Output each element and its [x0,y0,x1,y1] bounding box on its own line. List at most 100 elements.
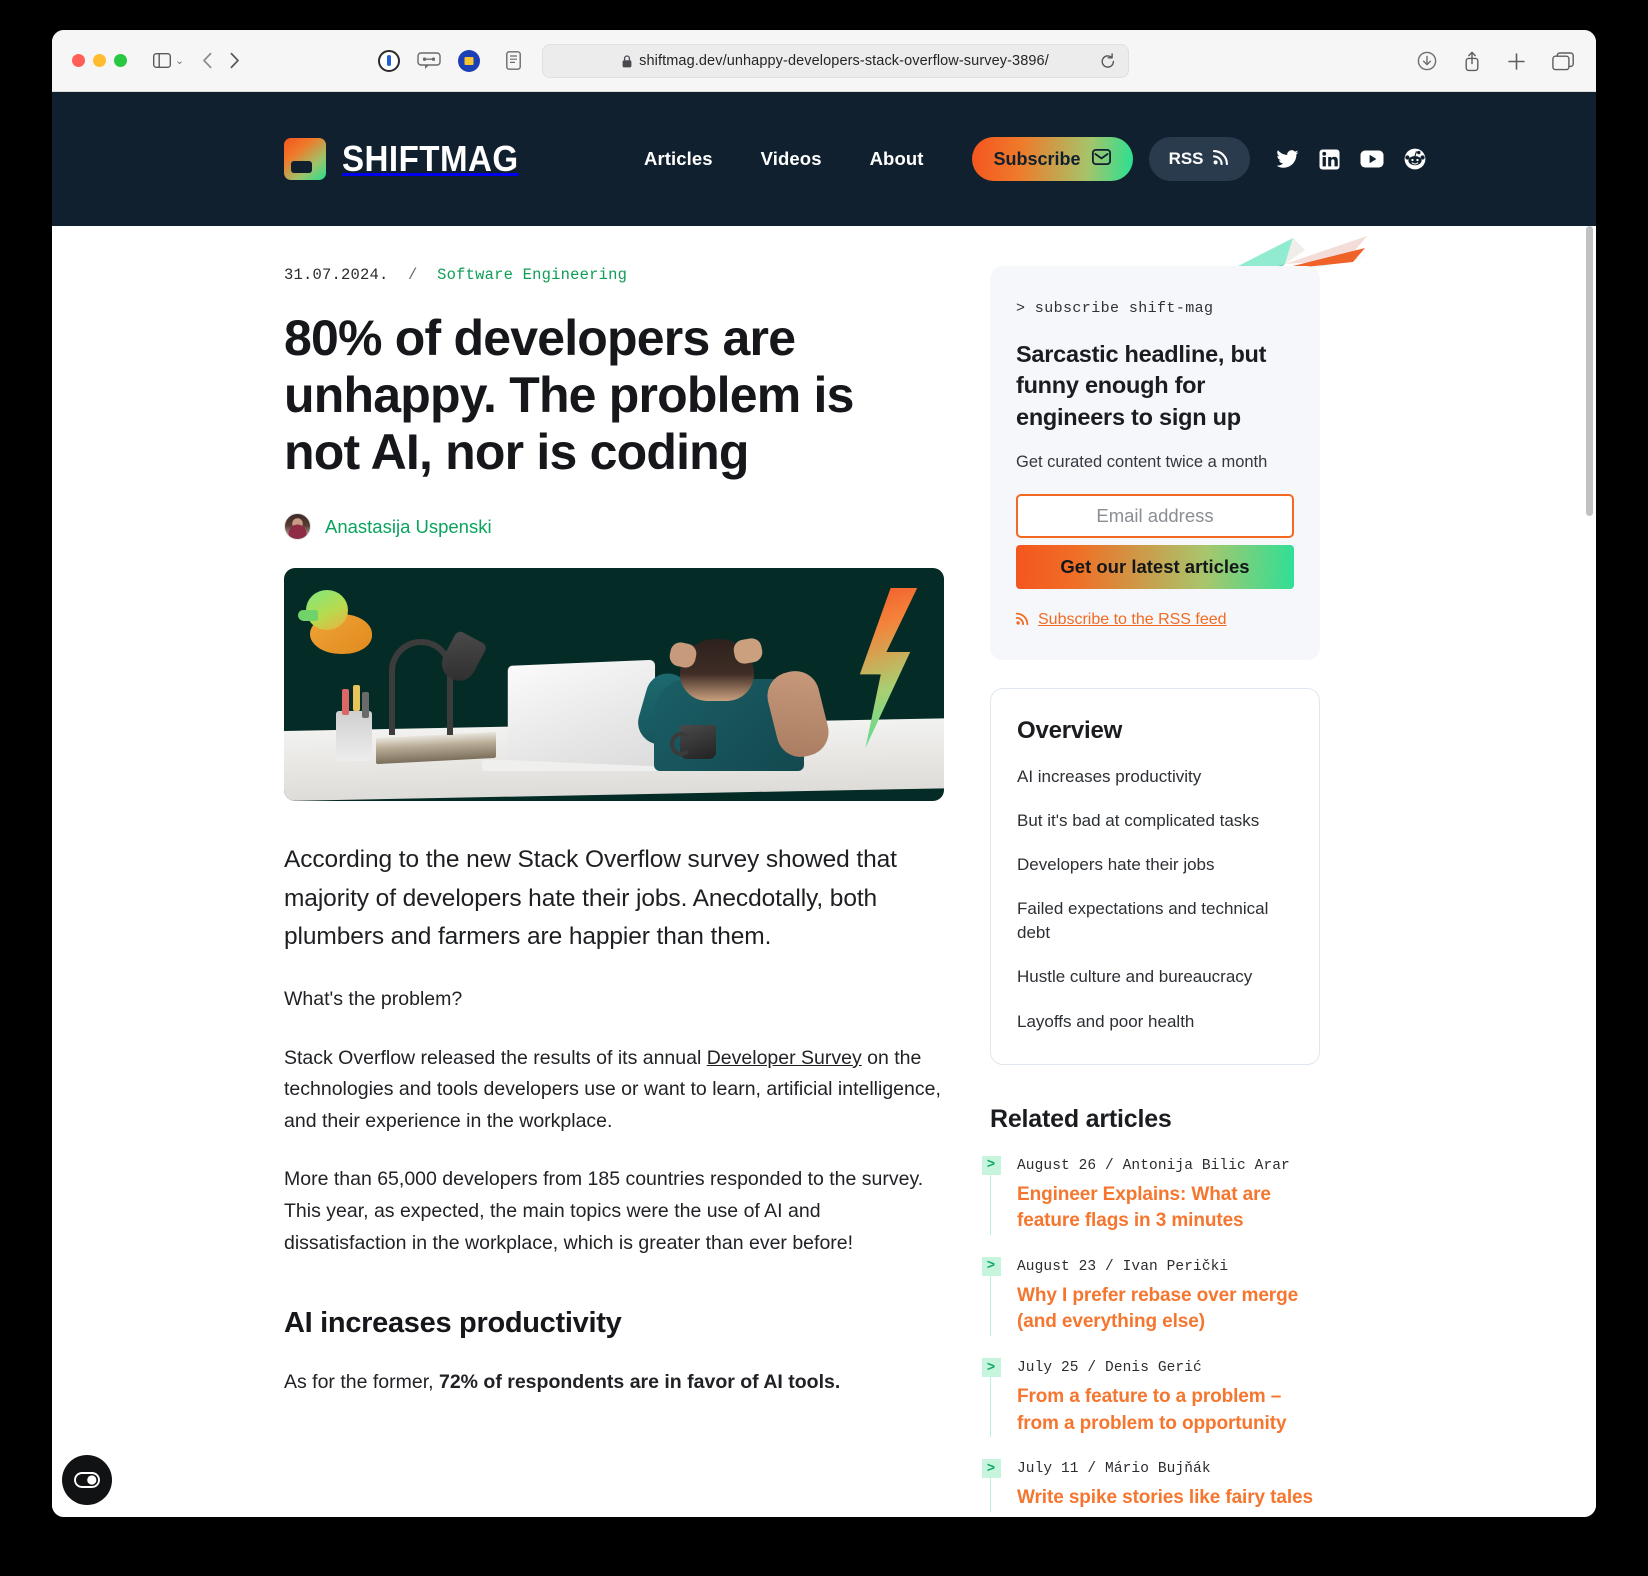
twitter-icon[interactable] [1276,149,1299,169]
extension-icon[interactable] [417,51,441,70]
subscribe-button[interactable]: Subscribe [971,137,1133,181]
reader-view-icon[interactable] [506,51,522,70]
overview-item-2[interactable]: Developers hate their jobs [1017,853,1293,877]
nav-item-videos[interactable]: Videos [761,148,822,170]
subscribe-prompt: > subscribe shift-mag [1016,300,1214,317]
shiftmag-logo-icon [284,138,326,180]
window-controls [72,54,127,67]
browser-toolbar: ⌄ shiftmag.dev/unhappy-developers-stack-… [52,30,1596,92]
1password-icon[interactable] [378,49,401,72]
rss-button-label: RSS [1168,149,1204,168]
laptop-icon [507,659,656,767]
maximize-window-button[interactable] [114,54,127,67]
sidebar-column: > subscribe shift-mag Sarcastic headline… [981,236,1369,1512]
close-window-button[interactable] [72,54,85,67]
subscribe-subtitle: Get curated content twice a month [1016,452,1268,471]
related-meta-3: July 11 / Mário Bujňák [1017,1461,1211,1478]
author-link[interactable]: Anastasija Uspenski [325,516,492,538]
linkedin-icon[interactable] [1319,149,1340,170]
tab-overview-icon[interactable] [1552,51,1574,71]
article-column: 31.07.2024. / Software Engineering 80% o… [284,266,944,1512]
overview-item-1[interactable]: But it's bad at complicated tasks [1017,809,1293,833]
email-field[interactable] [1016,493,1294,538]
related-meta-1: August 23 / Ivan Perički [1017,1258,1229,1275]
list-item: > August 26 / Antonija Bilic Arar Engine… [981,1155,1320,1235]
section-heading: AI increases productivity [284,1307,622,1340]
article-paragraph-2: Stack Overflow released the results of i… [284,1043,944,1138]
lock-icon [622,54,632,68]
chevron-down-icon[interactable]: ⌄ [175,54,184,67]
back-arrow-icon[interactable] [202,52,213,69]
related-meta-2: July 25 / Denis Gerić [1017,1360,1202,1376]
sidebar-icon[interactable] [153,53,171,68]
paragraph-2-text-a: Stack Overflow released the results of i… [284,1046,707,1069]
envelope-icon [1091,148,1111,170]
overview-item-4[interactable]: Hustle culture and bureaucracy [1017,965,1293,989]
nav-item-articles[interactable]: Articles [644,148,713,170]
page-scrollbar[interactable] [1586,226,1593,1517]
pencil-cup [336,689,372,761]
avatar [284,513,311,540]
article-meta: 31.07.2024. / Software Engineering [284,266,944,284]
site-logo[interactable]: SHIFTMAG [284,138,534,180]
related-link-2[interactable]: From a feature to a problem – from a pro… [1017,1384,1320,1437]
paragraph-4-text-a: As for the former, [284,1371,439,1394]
browser-extensions [378,49,481,72]
page-title: 80% of developers are unhappy. The probl… [284,310,854,480]
forward-arrow-icon[interactable] [229,52,240,69]
youtube-icon[interactable] [1360,150,1384,168]
overview-item-5[interactable]: Layoffs and poor health [1017,1010,1293,1034]
paragraph-4-bold: 72% of respondents are in favor of AI to… [438,1371,841,1394]
developer-survey-link[interactable]: Developer Survey [707,1047,862,1069]
rss-feed-link[interactable]: Subscribe to the RSS feed [1015,611,1294,630]
share-icon[interactable] [1463,51,1481,72]
article-paragraph-3: More than 65,000 developers from 185 cou… [284,1168,924,1254]
reload-icon[interactable] [1100,53,1116,75]
overview-item-0[interactable]: AI increases productivity [1017,765,1293,789]
article-date: 31.07.2024. [284,266,389,284]
related-link-1[interactable]: Why I prefer rebase over merge (and ever… [1017,1283,1320,1336]
rss-button[interactable]: RSS [1148,137,1250,181]
related-meta-0: August 26 / Antonija Bilic Arar [1017,1157,1290,1174]
scrollbar-thumb[interactable] [1586,226,1593,516]
stressed-developer [632,636,834,771]
related-link-0[interactable]: Engineer Explains: What are feature flag… [1017,1182,1320,1235]
minimize-window-button[interactable] [93,54,106,67]
article-category-link[interactable]: Software Engineering [437,266,627,284]
download-icon[interactable] [1417,51,1437,71]
overview-item-3[interactable]: Failed expectations and technical debt [1017,897,1293,945]
address-bar[interactable]: shiftmag.dev/unhappy-developers-stack-ov… [542,44,1129,78]
browser-window: ⌄ shiftmag.dev/unhappy-developers-stack-… [52,30,1596,1517]
subscribe-headline: Sarcastic headline, but funny enough for… [1016,341,1267,430]
overview-title: Overview [1017,716,1123,744]
related-articles-title: Related articles [990,1104,1172,1133]
social-links [1276,148,1426,170]
rss-icon [1212,148,1230,170]
article-paragraph-4: As for the former, 72% of respondents ar… [284,1367,944,1399]
related-link-3[interactable]: Write spike stories like fairy tales [1017,1485,1320,1512]
chevron-right-icon: > [981,1358,1001,1377]
plus-icon[interactable] [1507,52,1526,71]
subscribe-button-label: Subscribe [993,148,1081,169]
toolbar-right-group [1417,30,1574,92]
cookie-consent-icon[interactable] [62,1455,112,1505]
site-header: SHIFTMAG Articles Videos About Subscribe… [52,92,1596,226]
list-item: > August 23 / Ivan Perički Why I prefer … [981,1256,1320,1336]
nav-item-about[interactable]: About [870,148,924,170]
article-hero-image [284,568,944,801]
chevron-right-icon: > [981,1155,1001,1175]
rss-feed-link-label: Subscribe to the RSS feed [1038,611,1227,629]
reddit-icon[interactable] [1404,148,1426,170]
article-lede: According to the new Stack Overflow surv… [284,846,897,951]
byline: Anastasija Uspenski [284,513,944,540]
meta-separator: / [408,266,418,284]
list-item: > July 25 / Denis Gerić From a feature t… [981,1358,1320,1438]
main-nav: Articles Videos About [644,148,924,170]
page-scroll-area[interactable]: 31.07.2024. / Software Engineering 80% o… [52,226,1596,1517]
url-text: shiftmag.dev/unhappy-developers-stack-ov… [639,53,1049,69]
chevron-right-icon: > [981,1459,1001,1479]
logo-wordmark: SHIFTMAG [342,138,519,179]
privacy-badge-icon[interactable] [458,49,481,72]
chevron-right-icon: > [981,1256,1001,1276]
get-latest-articles-button[interactable]: Get our latest articles [1016,544,1294,589]
